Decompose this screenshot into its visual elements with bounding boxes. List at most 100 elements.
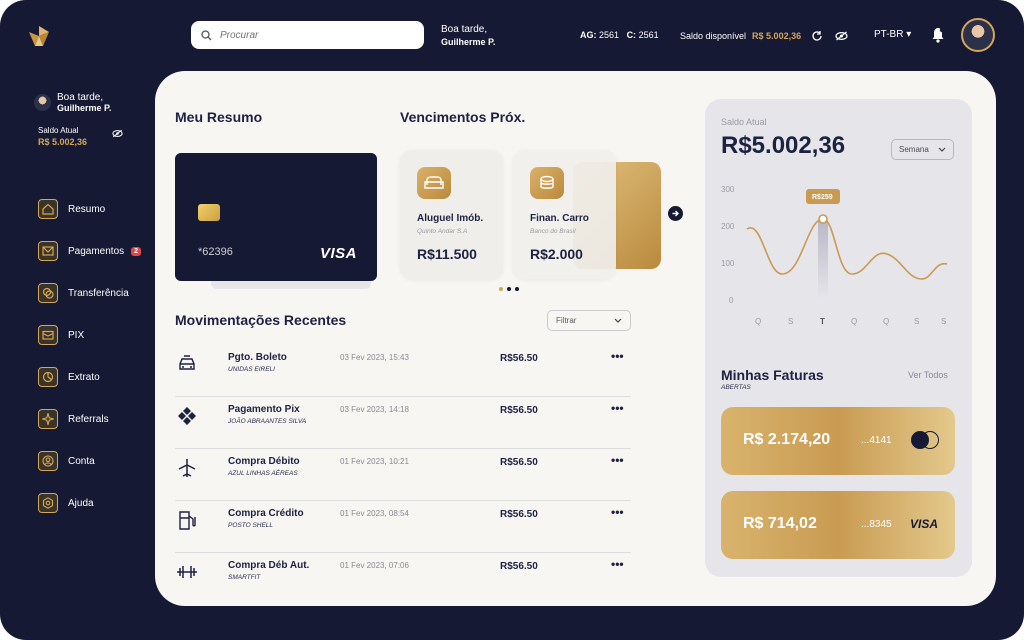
chat-icon	[38, 283, 58, 303]
more-options-icon[interactable]: •••	[611, 349, 624, 363]
header-greeting: Boa tarde, Guilherme P.	[441, 24, 495, 48]
eye-hidden-icon[interactable]	[835, 31, 848, 41]
transaction-date: 01 Fev 2023, 10:21	[340, 457, 409, 466]
period-dropdown[interactable]: Semana	[891, 139, 954, 160]
x-tick: T	[820, 317, 825, 326]
transaction-name: Compra Débito	[228, 456, 300, 467]
sidebar-user: Boa tarde, Guilherme P.	[34, 92, 111, 113]
more-options-icon[interactable]: •••	[611, 453, 624, 467]
eye-hidden-icon[interactable]	[112, 129, 123, 138]
transaction-amount: R$56.50	[500, 405, 538, 416]
sidebar-item-transferencia[interactable]: Transferência	[38, 272, 141, 314]
pie-chart-icon	[38, 367, 58, 387]
transaction-amount: R$56.50	[500, 509, 538, 520]
sidebar-item-resumo[interactable]: Resumo	[38, 188, 141, 230]
account-value: 2561	[638, 30, 659, 40]
x-tick: Q	[851, 317, 857, 326]
transaction-sub: UNIDAS EIRELI	[228, 366, 275, 373]
transaction-sub: AZUL LINHAS AÉREAS	[228, 470, 298, 477]
visa-logo: VISA	[319, 245, 357, 262]
invoice-amount: R$ 714,02	[743, 515, 817, 532]
carousel-dot[interactable]	[507, 287, 511, 291]
x-tick: S	[788, 317, 793, 326]
carousel-dot[interactable]	[499, 287, 503, 291]
transaction-name: Compra Déb Aut.	[228, 560, 310, 571]
balance-panel-value: R$5.002,36	[721, 132, 846, 159]
search-input[interactable]	[220, 29, 400, 41]
transaction-sub: JOÃO ABRAANTES SILVA	[228, 418, 307, 425]
bill-card[interactable]: Aluguel Imób. Quinto Andar S.A R$11.500	[400, 150, 503, 279]
sidebar-balance-value: R$ 5.002,36	[38, 137, 88, 147]
language-selector[interactable]: PT-BR ▾	[874, 29, 911, 40]
transaction-sub: SMARTFIT	[228, 574, 261, 581]
invoice-card[interactable]: R$ 2.174,20 ...4141	[721, 407, 955, 475]
avatar[interactable]	[961, 18, 995, 52]
sidebar-item-pix[interactable]: PIX	[38, 314, 141, 356]
x-tick: Q	[755, 317, 761, 326]
search-bar[interactable]	[191, 21, 424, 49]
transaction-row[interactable]: Compra Crédito POSTO SHELL 01 Fev 2023, …	[175, 501, 631, 553]
more-options-icon[interactable]: •••	[611, 505, 624, 519]
bill-value: R$2.000	[530, 246, 583, 262]
transaction-row[interactable]: Compra Déb Aut. SMARTFIT 01 Fev 2023, 07…	[175, 553, 631, 605]
bell-icon[interactable]	[931, 27, 945, 43]
sidebar-greeting: Boa tarde,	[57, 92, 104, 103]
credit-card[interactable]: *62396 VISA	[175, 153, 377, 281]
transaction-row[interactable]: Compra Débito AZUL LINHAS AÉREAS 01 Fev …	[175, 449, 631, 501]
transaction-row[interactable]: Pagamento Pix JOÃO ABRAANTES SILVA 03 Fe…	[175, 397, 631, 449]
invoice-amount: R$ 2.174,20	[743, 431, 831, 448]
fuel-icon	[179, 511, 196, 530]
sidebar-item-label: PIX	[68, 329, 85, 341]
transaction-row[interactable]: Pgto. Boleto UNIDAS EIRELI 03 Fev 2023, …	[175, 345, 631, 397]
agency-label: AG:	[580, 30, 597, 40]
balance-panel-label: Saldo Atual	[721, 117, 767, 127]
user-icon	[38, 451, 58, 471]
greeting-text: Boa tarde,	[441, 24, 488, 35]
filter-label: Filtrar	[556, 316, 577, 325]
x-tick: S	[914, 317, 919, 326]
visa-logo: VISA	[910, 517, 939, 531]
highlight-bar	[818, 219, 828, 299]
y-tick: 0	[729, 296, 734, 305]
sidebar-balance-label: Saldo Atual	[38, 126, 79, 135]
sofa-icon	[417, 167, 451, 199]
bill-subtitle: Quinto Andar S.A	[417, 228, 468, 235]
transaction-amount: R$56.50	[500, 353, 538, 364]
invoice-card[interactable]: R$ 714,02 ...8345 VISA	[721, 491, 955, 559]
refresh-icon[interactable]	[811, 30, 823, 42]
sparkle-icon	[38, 409, 58, 429]
x-tick: Q	[883, 317, 889, 326]
see-all-link[interactable]: Ver Todos	[908, 370, 948, 380]
filter-dropdown[interactable]: Filtrar	[547, 310, 631, 331]
help-icon	[38, 493, 58, 513]
account-info: AG: 2561 C: 2561	[580, 30, 659, 40]
bill-card[interactable]: Finan. Carro Banco do Brasil R$2.000	[513, 150, 616, 279]
sidebar-item-label: Ajuda	[68, 497, 94, 509]
user-name: Guilherme P.	[441, 37, 496, 47]
balance-chart: 300 200 100 0 R$259 Q S T Q Q S S	[721, 185, 948, 326]
next-arrow-button[interactable]	[668, 206, 683, 221]
bill-title: Aluguel Imób.	[417, 213, 484, 224]
transaction-date: 03 Fev 2023, 14:18	[340, 405, 409, 414]
invoices-title: Minhas Faturas	[721, 367, 824, 383]
sidebar-item-ajuda[interactable]: Ajuda	[38, 482, 141, 524]
chart-tooltip: R$259	[812, 194, 833, 201]
more-options-icon[interactable]: •••	[611, 401, 624, 415]
bill-value: R$11.500	[417, 246, 477, 262]
transaction-amount: R$56.50	[500, 457, 538, 468]
balance-panel: Saldo Atual R$5.002,36 Semana 300 200 10…	[705, 99, 972, 577]
wallet-icon	[38, 325, 58, 345]
sidebar-item-pagamentos[interactable]: Pagamentos 2	[38, 230, 142, 272]
more-options-icon[interactable]: •••	[611, 557, 624, 571]
sidebar-item-referrals[interactable]: Referrals	[38, 398, 141, 440]
sidebar-item-conta[interactable]: Conta	[38, 440, 141, 482]
sidebar-item-label: Pagamentos	[68, 245, 125, 257]
bill-subtitle: Banco do Brasil	[530, 228, 576, 235]
sidebar-avatar	[34, 94, 51, 111]
sidebar-item-label: Referrals	[68, 413, 109, 425]
app-window: Boa tarde, Guilherme P. AG: 2561 C: 2561…	[0, 0, 1024, 640]
x-tick: S	[941, 317, 946, 326]
carousel-dot[interactable]	[515, 287, 519, 291]
header-balance: Saldo disponível R$ 5.002,36	[680, 30, 848, 42]
sidebar-item-extrato[interactable]: Extrato	[38, 356, 141, 398]
